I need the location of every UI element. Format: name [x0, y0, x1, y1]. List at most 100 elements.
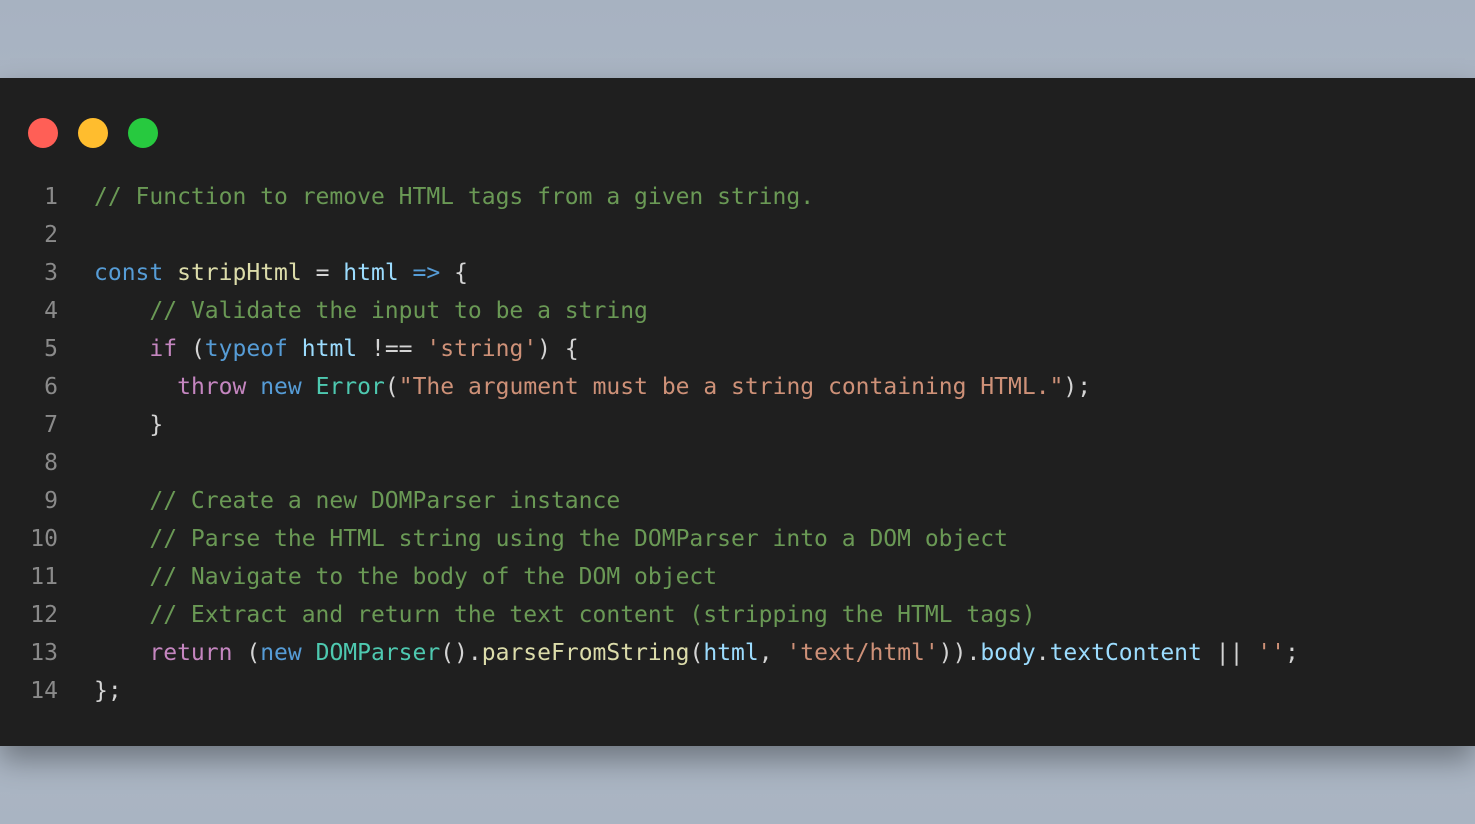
code-token-function: parseFromString — [481, 640, 690, 666]
code-token-punct — [94, 336, 149, 362]
code-token-punct — [399, 260, 413, 286]
code-line: 14}; — [0, 672, 1475, 710]
code-token-punct: )). — [938, 640, 981, 666]
code-token-string: 'string' — [426, 336, 538, 362]
code-token-punct — [94, 488, 149, 514]
code-token-punct — [94, 298, 149, 324]
code-token-comment: // Create a new DOMParser instance — [149, 488, 621, 514]
code-line: 4 // Validate the input to be a string — [0, 292, 1475, 330]
code-token-class: Error — [315, 374, 385, 400]
code-token-variable: body — [980, 640, 1036, 666]
code-token-punct: || — [1201, 640, 1258, 666]
code-token-function: stripHtml — [177, 260, 302, 286]
code-line: 9 // Create a new DOMParser instance — [0, 482, 1475, 520]
code-line: 6 throw new Error("The argument must be … — [0, 368, 1475, 406]
close-button[interactable] — [28, 118, 58, 148]
line-number: 3 — [44, 260, 58, 286]
code-token-keyword: => — [412, 260, 441, 286]
code-line: 11 // Navigate to the body of the DOM ob… — [0, 558, 1475, 596]
code-line: 3 const stripHtml = html => { — [0, 254, 1475, 292]
line-code: return (new DOMParser().parseFromString(… — [94, 634, 1299, 672]
code-token-punct: ; — [1284, 640, 1299, 666]
code-token-comment: // Extract and return the text content (… — [149, 602, 1036, 628]
code-token-punct — [94, 564, 149, 590]
code-token-punct: ) { — [537, 336, 579, 362]
line-code: // Navigate to the body of the DOM objec… — [94, 558, 717, 596]
code-token-variable: textContent — [1049, 640, 1202, 666]
code-token-punct: = — [301, 260, 344, 286]
code-line: 8 — [0, 444, 1475, 482]
code-token-punct: , — [758, 640, 787, 666]
line-code: } — [94, 406, 163, 444]
line-number: 11 — [30, 564, 58, 590]
code-line: 10 // Parse the HTML string using the DO… — [0, 520, 1475, 558]
line-number: 2 — [44, 222, 58, 248]
code-token-punct — [94, 374, 177, 400]
code-token-comment: // Function to remove HTML tags from a g… — [94, 184, 815, 210]
line-code: if (typeof html !== 'string') { — [94, 330, 579, 368]
code-token-punct: !== — [357, 336, 427, 362]
code-token-punct: ( — [689, 640, 704, 666]
code-token-punct: ( — [384, 374, 399, 400]
line-code: // Extract and return the text content (… — [94, 596, 1036, 634]
code-token-control: return — [149, 640, 233, 666]
window-controls — [28, 118, 158, 148]
code-token-control: if — [149, 336, 178, 362]
minimize-button[interactable] — [78, 118, 108, 148]
code-token-punct — [246, 374, 260, 400]
code-token-class: DOMParser — [315, 640, 441, 666]
code-token-punct: ); — [1063, 374, 1092, 400]
code-token-punct: ( — [177, 336, 205, 362]
line-number: 12 — [30, 602, 58, 628]
code-token-variable: html — [343, 260, 399, 286]
code-token-punct — [94, 526, 149, 552]
code-token-punct — [94, 640, 149, 666]
maximize-button[interactable] — [128, 118, 158, 148]
code-line: 2 — [0, 216, 1475, 254]
code-token-punct: }; — [94, 678, 122, 704]
code-token-control: throw — [177, 374, 247, 400]
line-code: // Create a new DOMParser instance — [94, 482, 620, 520]
code-token-variable: html — [301, 336, 358, 362]
line-code: throw new Error("The argument must be a … — [94, 368, 1091, 406]
line-number: 1 — [44, 184, 58, 210]
code-editor-window: 1 // Function to remove HTML tags from a … — [0, 78, 1475, 746]
code-token-keyword: const — [94, 260, 164, 286]
line-code: const stripHtml = html => { — [94, 254, 468, 292]
line-number: 7 — [44, 412, 58, 438]
code-token-punct — [288, 336, 302, 362]
code-token-punct — [163, 260, 177, 286]
code-token-punct: . — [1035, 640, 1050, 666]
line-code: // Validate the input to be a string — [94, 292, 648, 330]
code-line: 13 return (new DOMParser().parseFromStri… — [0, 634, 1475, 672]
code-token-keyword: new — [260, 374, 302, 400]
line-number: 10 — [30, 526, 58, 552]
code-token-keyword: new — [260, 640, 302, 666]
code-token-punct: { — [440, 260, 468, 286]
line-number: 5 — [44, 336, 58, 362]
code-token-comment: // Navigate to the body of the DOM objec… — [149, 564, 718, 590]
code-line: 1 // Function to remove HTML tags from a … — [0, 178, 1475, 216]
line-code: }; — [94, 672, 122, 710]
code-area[interactable]: 1 // Function to remove HTML tags from a … — [0, 178, 1475, 710]
line-number: 13 — [30, 640, 58, 666]
line-number: 4 — [44, 298, 58, 324]
code-line: 7 } — [0, 406, 1475, 444]
code-token-string: "The argument must be a string containin… — [398, 374, 1064, 400]
code-token-punct: } — [94, 412, 164, 438]
line-number: 8 — [44, 450, 58, 476]
code-token-comment: // Parse the HTML string using the DOMPa… — [149, 526, 1008, 552]
code-token-variable: html — [703, 640, 759, 666]
code-token-punct — [302, 374, 316, 400]
line-code: // Parse the HTML string using the DOMPa… — [94, 520, 1008, 558]
line-number: 9 — [44, 488, 58, 514]
code-token-string: 'text/html' — [786, 640, 939, 666]
line-code: // Function to remove HTML tags from a g… — [94, 178, 814, 216]
line-number: 6 — [44, 374, 58, 400]
code-token-comment: // Validate the input to be a string — [149, 298, 648, 324]
line-number: 14 — [30, 678, 58, 704]
code-token-keyword: typeof — [204, 336, 288, 362]
code-token-punct: ( — [232, 640, 261, 666]
code-token-string: '' — [1257, 640, 1285, 666]
code-token-punct — [94, 602, 149, 628]
